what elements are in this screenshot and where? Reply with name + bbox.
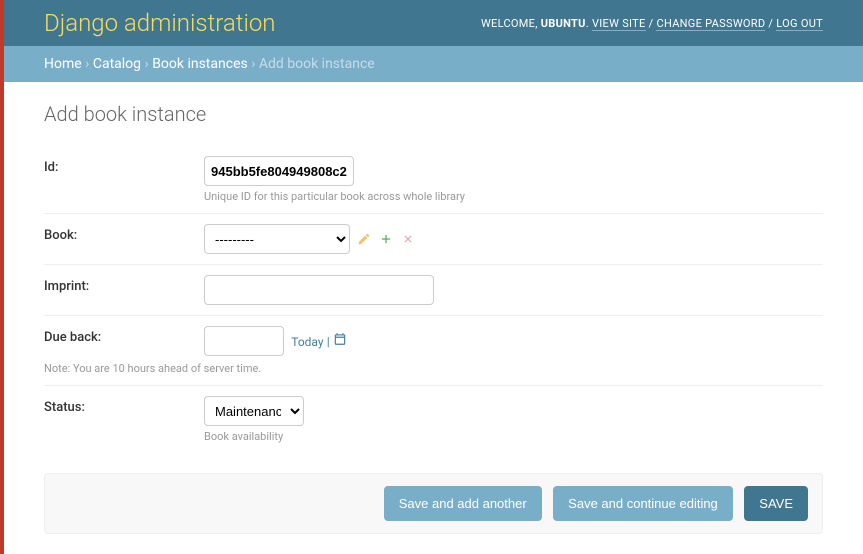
today-link[interactable]: Today [291,335,323,349]
breadcrumb-app[interactable]: Catalog [93,56,141,72]
calendar-icon[interactable] [333,335,347,350]
row-due-back: Due back: Today | Note: You are 10 hours… [44,316,823,386]
delete-icon[interactable] [400,231,416,247]
submit-row: Save and add another Save and continue e… [44,473,823,534]
row-book: Book: --------- [44,214,823,265]
status-select[interactable]: Maintenance [204,396,304,426]
id-field[interactable] [204,156,354,186]
save-add-another-button[interactable]: Save and add another [384,486,542,521]
add-icon[interactable] [378,231,394,247]
row-status: Status: Maintenance Book availability [44,386,823,453]
site-name[interactable]: Django administration [44,9,276,37]
change-password-link[interactable]: CHANGE PASSWORD [656,17,765,31]
welcome-text: WELCOME, [481,17,541,30]
logout-link[interactable]: LOG OUT [776,17,823,31]
save-continue-button[interactable]: Save and continue editing [553,486,733,521]
help-id: Unique ID for this particular book acros… [204,190,823,203]
row-id: Id: Unique ID for this particular book a… [44,146,823,214]
book-select[interactable]: --------- [204,224,350,254]
content: Add book instance Id: Unique ID for this… [4,82,863,554]
breadcrumb-model[interactable]: Book instances [152,56,248,72]
label-imprint: Imprint: [44,275,204,294]
username: UBUNTU [541,17,586,30]
save-button[interactable]: SAVE [744,486,808,521]
breadcrumb-current: Add book instance [259,56,375,72]
label-id: Id: [44,156,204,175]
breadcrumb-home[interactable]: Home [44,56,82,72]
tz-note: Note: You are 10 hours ahead of server t… [44,362,823,375]
label-due-back: Due back: [44,326,204,345]
imprint-field[interactable] [204,275,434,305]
header: Django administration WELCOME, UBUNTU. V… [4,0,863,46]
view-site-link[interactable]: VIEW SITE [592,17,646,31]
page-title: Add book instance [44,102,823,126]
user-tools: WELCOME, UBUNTU. VIEW SITE / CHANGE PASS… [481,17,823,30]
label-book: Book: [44,224,204,243]
row-imprint: Imprint: [44,265,823,316]
label-status: Status: [44,396,204,415]
breadcrumb: Home › Catalog › Book instances › Add bo… [4,46,863,82]
help-status: Book availability [204,430,823,443]
due-back-field[interactable] [204,326,284,356]
edit-icon[interactable] [356,231,372,247]
